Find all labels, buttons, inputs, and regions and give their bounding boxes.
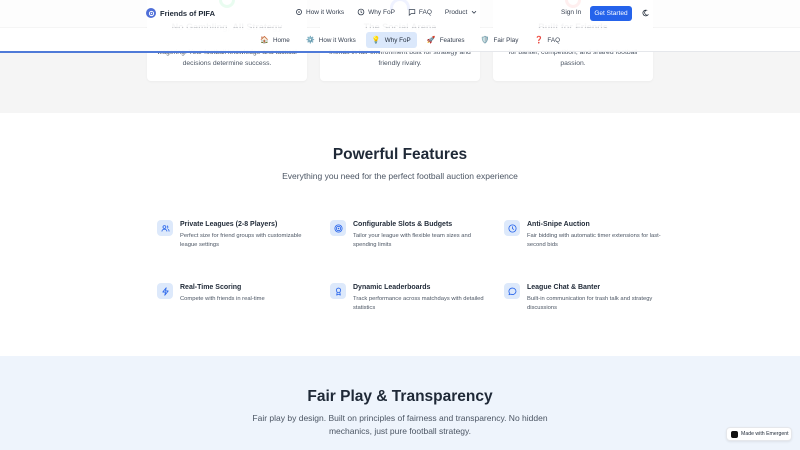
users-icon [157, 220, 173, 236]
rocket-icon: 🚀 [426, 37, 436, 44]
site-header: Friends of PIFA How it Works Why FoP FAQ… [0, 0, 800, 27]
features-title: Powerful Features [332, 146, 468, 163]
home-icon: 🏠 [260, 37, 269, 44]
scroll-progress-bar [0, 51, 380, 53]
nav-product-label: Product [444, 8, 468, 16]
sign-in-link[interactable]: Sign In [561, 9, 581, 16]
fair-play-subtitle: Fair play by design. Built on principles… [252, 413, 548, 436]
logo-icon [146, 8, 156, 18]
fair-play-title: Fair Play & Transparency [307, 388, 493, 405]
brand[interactable]: Friends of PIFA [146, 8, 215, 18]
get-started-button[interactable]: Get Started [590, 6, 632, 21]
shield-icon: 🛡️ [480, 37, 490, 44]
feature-description: Compete with friends in real-time [180, 296, 265, 302]
feature-title: Anti-Snipe Auction [527, 221, 590, 228]
nav-faq-label: FAQ [418, 8, 432, 16]
nav-why-fop-label: Why FoP [368, 8, 395, 16]
feature-description: Fair bidding with automatic timer extens… [527, 233, 661, 248]
gear-icon: ⚙️ [305, 37, 315, 44]
question-icon: ❓ [534, 37, 544, 44]
tab-features-label: Features [439, 36, 465, 44]
chat-icon [408, 9, 416, 16]
tab-how-it-works[interactable]: ⚙️ How it Works [300, 32, 362, 48]
tab-why-fop-label: Why FoP [384, 36, 411, 44]
feature-description: Built-in communication for trash talk an… [527, 296, 653, 311]
tab-home-label: Home [273, 36, 290, 44]
section-nav: 🏠 Home ⚙️ How it Works 💡 Why FoP 🚀 Featu… [0, 28, 800, 53]
tab-faq-label: FAQ [547, 36, 560, 44]
feature-description: Perfect size for friend groups with cust… [180, 233, 302, 248]
emergent-logo-icon [731, 430, 738, 438]
chat-icon [504, 283, 520, 299]
chevron-down-icon [472, 10, 477, 14]
clock-icon [504, 220, 520, 236]
feature-title: Private Leagues (2-8 Players) [180, 221, 278, 228]
brand-name: Friends of PIFA [160, 8, 216, 18]
made-with-badge-label: Made with Emergent [741, 431, 789, 437]
nav-how-it-works-label: How it Works [306, 8, 345, 16]
clock-icon [357, 8, 365, 16]
feature-description: Track performance across matchdays with … [353, 296, 484, 311]
tab-faq[interactable]: ❓ FAQ [528, 32, 566, 48]
feature-title: Configurable Slots & Budgets [353, 221, 453, 228]
moon-icon[interactable] [641, 9, 649, 17]
lightning-icon [157, 283, 173, 299]
tab-fair-play[interactable]: 🛡️ Fair Play [475, 32, 525, 48]
gear-icon [296, 9, 302, 15]
nav-why-fop[interactable]: Why FoP [357, 8, 395, 16]
tab-home[interactable]: 🏠 Home [254, 32, 296, 48]
top-nav: How it Works Why FoP FAQ Product [295, 8, 478, 16]
nav-faq[interactable]: FAQ [408, 8, 432, 16]
features-subtitle: Everything you need for the perfect foot… [282, 171, 518, 181]
fair-play-section: Fair Play & Transparency Fair play by de… [0, 356, 800, 450]
tab-fair-play-label: Fair Play [493, 36, 519, 44]
nav-how-it-works[interactable]: How it Works [295, 8, 344, 16]
tab-features[interactable]: 🚀 Features [421, 32, 471, 48]
trophy-icon [330, 283, 346, 299]
made-with-badge[interactable]: Made with Emergent [726, 427, 792, 441]
target-icon [330, 220, 346, 236]
tab-how-it-works-label: How it Works [318, 36, 356, 44]
tab-why-fop[interactable]: 💡 Why FoP [365, 32, 417, 48]
feature-description: Tailor your league with flexible team si… [353, 233, 471, 248]
feature-title: Real-Time Scoring [180, 284, 242, 291]
lightbulb-icon: 💡 [371, 37, 381, 44]
feature-title: League Chat & Banter [527, 284, 601, 291]
feature-title: Dynamic Leaderboards [353, 284, 431, 291]
nav-product-dropdown[interactable]: Product [445, 8, 478, 16]
